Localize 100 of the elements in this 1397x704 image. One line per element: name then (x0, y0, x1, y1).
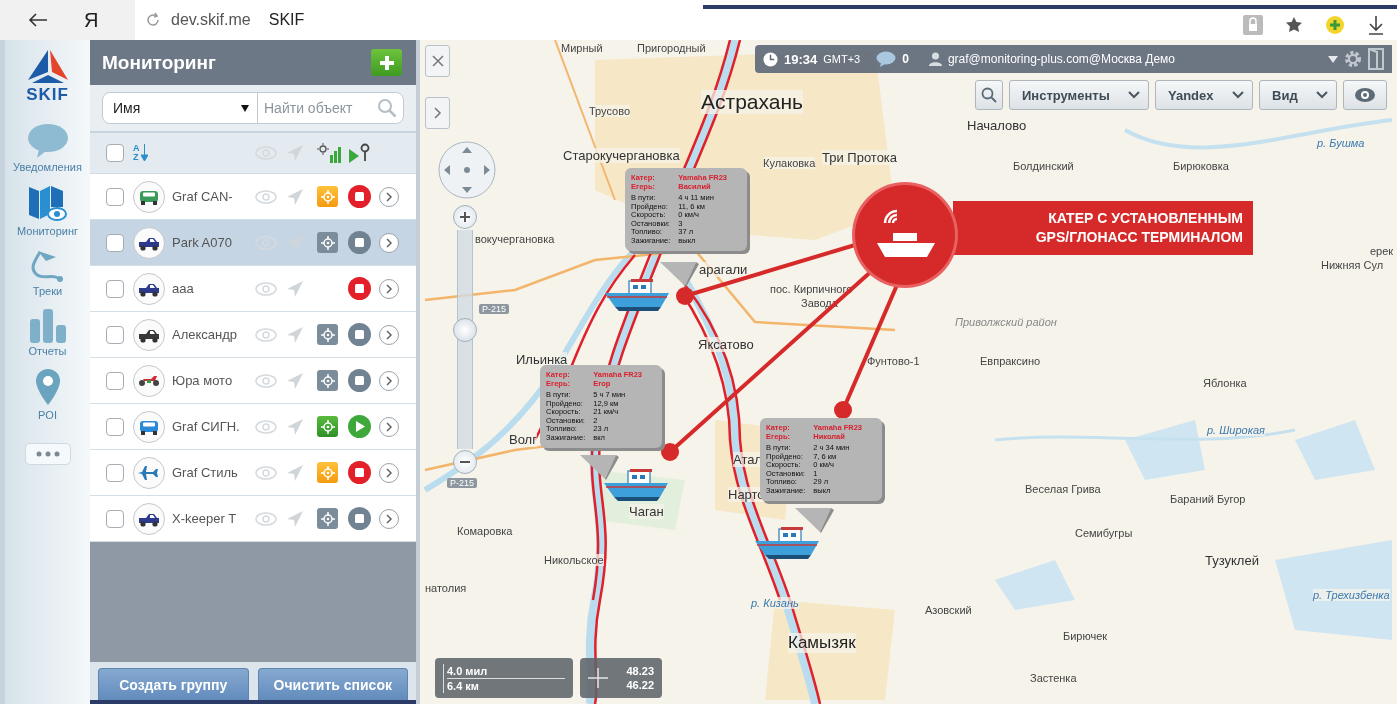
back-arrow-icon[interactable] (28, 12, 48, 28)
nav-item[interactable]: Мониторинг (17, 181, 78, 239)
navigation-arrow-icon[interactable] (286, 325, 304, 344)
dropdown-button[interactable]: Инструменты (1009, 80, 1149, 110)
row-checkbox[interactable] (106, 463, 124, 482)
eye-icon[interactable] (255, 327, 277, 342)
add-button[interactable] (371, 49, 402, 76)
place-label: Трусово (589, 105, 631, 117)
details-button[interactable] (379, 370, 399, 391)
user-account[interactable]: graf@monitoring-plus.com@Москва Демо (947, 52, 1176, 66)
stop-button[interactable] (348, 323, 371, 346)
caret-icon[interactable] (1328, 55, 1338, 63)
eye-icon[interactable] (255, 373, 277, 388)
pan-control[interactable] (438, 141, 496, 199)
crosshair-icon (320, 327, 335, 342)
view-button[interactable] (1343, 80, 1387, 110)
stop-icon (355, 514, 364, 523)
locate-button[interactable] (317, 186, 338, 207)
object-row[interactable]: Park A070 (90, 220, 416, 266)
row-checkbox[interactable] (106, 325, 124, 344)
place-label: Чаган (629, 504, 664, 519)
stop-button[interactable] (348, 231, 371, 254)
stop-button[interactable] (348, 461, 371, 484)
row-checkbox[interactable] (106, 279, 124, 298)
speech-bubble-icon[interactable] (876, 51, 897, 67)
callout-text: КАТЕР С УСТАНОВЛЕННЫМ (1048, 209, 1243, 228)
download-icon[interactable] (1367, 14, 1385, 35)
details-button[interactable] (379, 416, 399, 437)
nav-label: Мониторинг (17, 225, 78, 237)
select-all-checkbox[interactable] (106, 144, 124, 162)
details-button[interactable] (379, 278, 399, 299)
locate-button[interactable] (317, 324, 338, 345)
close-icon (431, 55, 444, 67)
eye-icon[interactable] (255, 281, 277, 296)
filter-select[interactable]: Имя (113, 100, 141, 116)
navigation-arrow-icon[interactable] (286, 463, 304, 482)
road-sign: Р-215 (447, 478, 478, 488)
nav-item[interactable]: Треки (27, 245, 68, 299)
expand-button[interactable] (425, 97, 450, 129)
details-button[interactable] (379, 186, 399, 207)
place-label: Астрахань (701, 90, 803, 114)
chevron-icon (385, 191, 393, 202)
object-name: Graf CAN- (172, 189, 234, 204)
stop-button[interactable] (348, 277, 371, 300)
row-checkbox[interactable] (106, 371, 124, 390)
eye-icon (1354, 87, 1376, 103)
star-icon[interactable] (1285, 15, 1303, 34)
lock-icon[interactable] (1243, 14, 1263, 35)
details-button[interactable] (379, 324, 399, 345)
more-button[interactable] (24, 443, 71, 465)
logo-text: SKIF (26, 86, 69, 103)
nav-item[interactable]: Отчеты (27, 305, 68, 359)
locate-button[interactable] (317, 370, 338, 391)
locate-button[interactable] (317, 462, 338, 483)
search-field[interactable]: Имя Найти объект (102, 92, 404, 124)
navigation-arrow-icon[interactable] (286, 509, 304, 528)
locate-button[interactable] (317, 416, 338, 437)
details-button[interactable] (379, 232, 399, 253)
nav-label: Отчеты (28, 345, 67, 357)
dropdown-button[interactable]: Yandex (1155, 80, 1253, 110)
details-button[interactable] (379, 508, 399, 529)
eye-icon[interactable] (255, 511, 277, 526)
settings-icon[interactable] (1344, 50, 1362, 68)
nav-item[interactable]: POI (33, 365, 62, 423)
locate-button[interactable] (317, 508, 338, 529)
eye-icon[interactable] (255, 465, 277, 480)
object-name: Graf СИГН. (172, 419, 241, 434)
play-key-icon[interactable] (348, 143, 370, 163)
exit-door-icon[interactable] (1368, 48, 1384, 70)
zoom-slider-handle[interactable] (453, 318, 477, 342)
browser-logo[interactable]: Я (84, 8, 99, 32)
row-checkbox[interactable] (106, 233, 124, 252)
nav-item[interactable]: Уведомления (13, 121, 82, 175)
navigation-arrow-icon[interactable] (286, 187, 304, 206)
row-checkbox[interactable] (106, 417, 124, 436)
signal-locate-icon[interactable] (317, 143, 341, 163)
close-button[interactable] (425, 45, 450, 77)
extension-icon[interactable] (1325, 14, 1345, 35)
reload-icon[interactable] (145, 12, 161, 28)
row-checkbox[interactable] (106, 509, 124, 528)
stop-icon (355, 330, 364, 339)
navigation-arrow-icon[interactable] (286, 371, 304, 390)
search-icon[interactable] (377, 98, 397, 118)
play-button[interactable] (348, 415, 371, 438)
place-label: Волг (509, 432, 537, 447)
address-text[interactable]: dev.skif.me (171, 11, 251, 29)
chevron-down-icon (1232, 91, 1244, 99)
search-button[interactable] (975, 80, 1003, 110)
stop-button[interactable] (348, 185, 371, 208)
dropdown-button[interactable]: Вид (1259, 80, 1337, 110)
locate-button[interactable] (317, 232, 338, 253)
eye-icon[interactable] (255, 189, 277, 204)
place-label: Бирючек (1063, 630, 1108, 642)
navigation-arrow-icon[interactable] (286, 417, 304, 436)
navigation-arrow-icon[interactable] (286, 279, 304, 298)
row-checkbox[interactable] (106, 187, 124, 206)
stop-button[interactable] (348, 369, 371, 392)
details-button[interactable] (379, 462, 399, 483)
stop-button[interactable] (348, 507, 371, 530)
eye-icon[interactable] (255, 419, 277, 434)
